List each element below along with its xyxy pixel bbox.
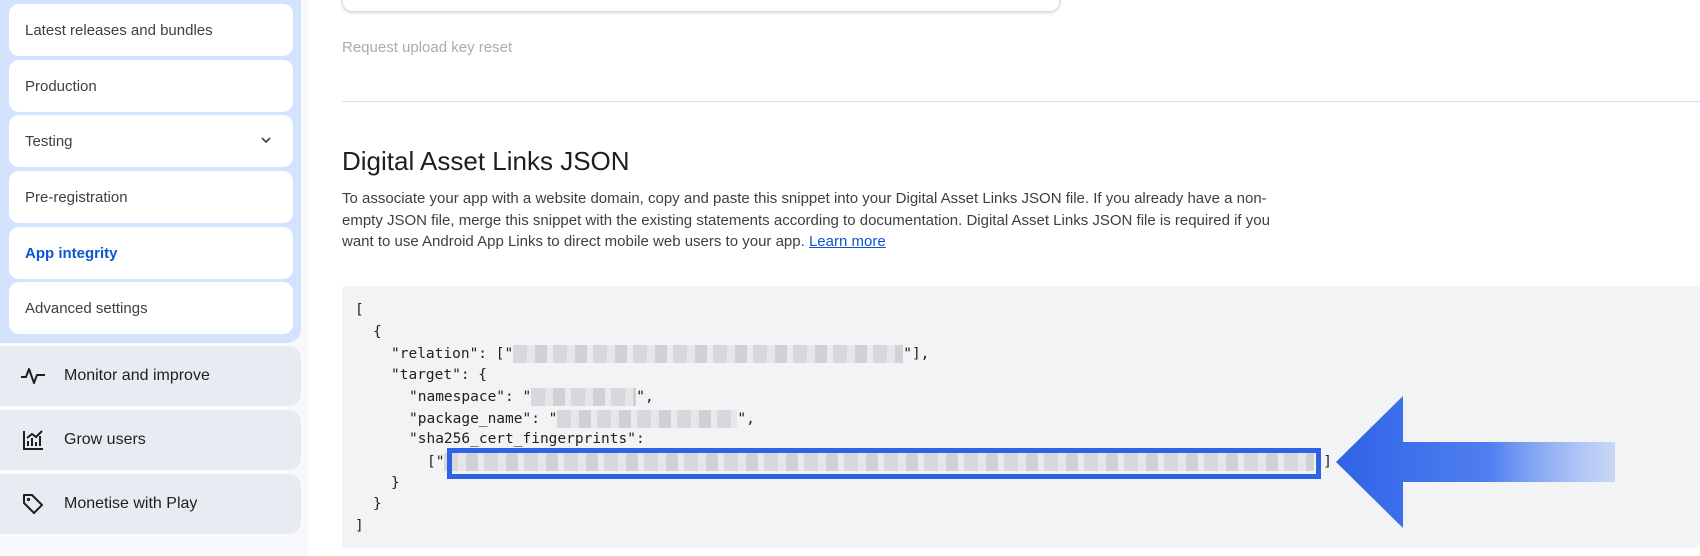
pulse-icon — [20, 363, 46, 389]
chevron-down-icon — [261, 137, 271, 144]
code-line-namespace: "namespace": " ", — [409, 388, 654, 406]
nav-latest-releases[interactable]: Latest releases and bundles — [9, 4, 293, 56]
redacted-package-name — [557, 410, 738, 428]
page-section-title: Digital Asset Links JSON — [342, 146, 630, 176]
code-text: "relation": [" — [391, 346, 514, 362]
release-subnav: Latest releases and bundles Production T… — [0, 0, 301, 343]
nav-advanced-settings[interactable]: Advanced settings — [9, 282, 293, 334]
code-line-relation: "relation": [" "], — [391, 345, 929, 363]
code-text: ", — [737, 411, 755, 427]
tag-icon — [20, 491, 46, 517]
description-text: To associate your app with a website dom… — [342, 190, 1270, 250]
nav-label: Testing — [25, 132, 73, 150]
section-description: To associate your app with a website dom… — [342, 188, 1282, 253]
nav-grow-users[interactable]: Grow users — [0, 410, 301, 470]
code-line: } — [373, 496, 382, 512]
redacted-relation — [513, 345, 904, 363]
chart-growth-icon — [20, 427, 46, 453]
code-line: "sha256_cert_fingerprints": — [409, 431, 645, 447]
fingerprint-highlight-box — [447, 448, 1321, 479]
code-text: "package_name": " — [409, 411, 558, 427]
code-text: [" — [427, 454, 445, 470]
nav-label: Pre-registration — [25, 188, 128, 206]
code-text: "namespace": " — [409, 389, 532, 405]
request-upload-key-reset-link[interactable]: Request upload key reset — [342, 39, 512, 56]
nav-label: Grow users — [64, 431, 146, 448]
upload-key-card — [342, 0, 1060, 12]
nav-label: Latest releases and bundles — [25, 21, 213, 39]
code-line: ] — [355, 518, 364, 534]
code-line: } — [391, 475, 400, 491]
nav-label: App integrity — [25, 244, 118, 262]
nav-production[interactable]: Production — [9, 60, 293, 112]
code-line-package: "package_name": " ", — [409, 410, 755, 428]
nav-label: Advanced settings — [25, 299, 148, 317]
code-text: "], — [903, 346, 930, 362]
nav-pre-registration[interactable]: Pre-registration — [9, 171, 293, 223]
learn-more-link[interactable]: Learn more — [809, 233, 886, 250]
nav-label: Monetise with Play — [64, 495, 198, 512]
divider — [342, 101, 1700, 102]
nav-label: Production — [25, 77, 97, 95]
sidebar: Latest releases and bundles Production T… — [0, 0, 308, 556]
nav-label: Monitor and improve — [64, 367, 210, 384]
arrow-left-icon — [1336, 396, 1615, 528]
code-line: { — [373, 324, 382, 340]
nav-monitor-and-improve[interactable]: Monitor and improve — [0, 346, 301, 406]
nav-app-integrity[interactable]: App integrity — [9, 227, 293, 279]
nav-monetise-with-play[interactable]: Monetise with Play — [0, 474, 301, 534]
nav-testing[interactable]: Testing — [9, 115, 293, 167]
code-text: ", — [636, 389, 654, 405]
redacted-namespace — [531, 388, 637, 406]
code-line: "target": { — [391, 367, 488, 383]
code-line: [ — [355, 302, 364, 318]
